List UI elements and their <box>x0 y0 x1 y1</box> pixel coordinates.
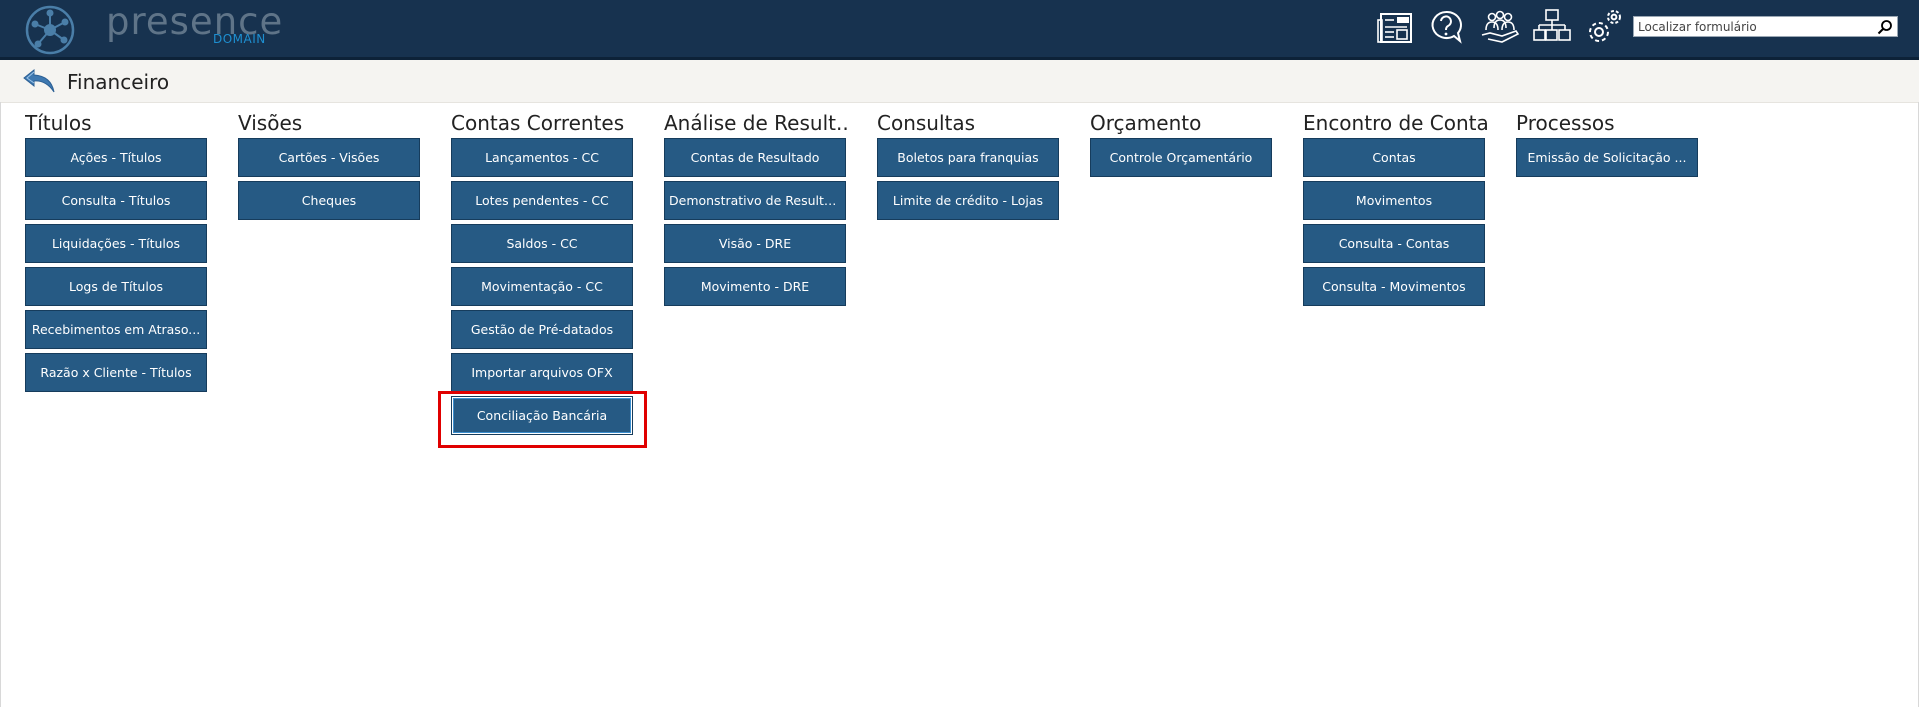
search-input[interactable] <box>1634 17 1874 36</box>
help-icon[interactable] <box>1428 8 1468 48</box>
menu-button[interactable]: Contas <box>1303 138 1485 177</box>
logo-network-icon <box>25 5 75 55</box>
menu-button[interactable]: Emissão de Solicitação ... <box>1516 138 1698 177</box>
menu-button[interactable]: Consulta - Movimentos <box>1303 267 1485 306</box>
menu-button[interactable]: Movimento - DRE <box>664 267 846 306</box>
menu-button[interactable]: Limite de crédito - Lojas <box>877 181 1059 220</box>
back-arrow-icon[interactable] <box>22 68 56 94</box>
column-encontro-de-contas: Encontro de Contas Contas Movimentos Con… <box>1303 110 1487 310</box>
menu-button[interactable]: Cartões - Visões <box>238 138 420 177</box>
users-icon[interactable] <box>1480 8 1520 48</box>
menu-button[interactable]: Lançamentos - CC <box>451 138 633 177</box>
settings-icon[interactable] <box>1584 8 1624 48</box>
menu-button[interactable]: Movimentação - CC <box>451 267 633 306</box>
menu-button[interactable]: Demonstrativo de Resultad... <box>664 181 846 220</box>
left-border <box>0 102 1 707</box>
column-titulos: Títulos Ações - Títulos Consulta - Títul… <box>25 110 209 396</box>
menu-button[interactable]: Consulta - Contas <box>1303 224 1485 263</box>
top-bar: presence DOMAIN <box>0 0 1919 60</box>
menu-button[interactable]: Contas de Resultado <box>664 138 846 177</box>
column-processos: Processos Emissão de Solicitação ... <box>1516 110 1700 181</box>
menu-button[interactable]: Logs de Títulos <box>25 267 207 306</box>
menu-button[interactable]: Movimentos <box>1303 181 1485 220</box>
menu-button[interactable]: Controle Orçamentário <box>1090 138 1272 177</box>
column-visoes: Visões Cartões - Visões Cheques <box>238 110 422 224</box>
column-consultas: Consultas Boletos para franquias Limite … <box>877 110 1061 224</box>
menu-button[interactable]: Consulta - Títulos <box>25 181 207 220</box>
column-orcamento: Orçamento Controle Orçamentário <box>1090 110 1274 181</box>
page-title: Financeiro <box>67 70 170 94</box>
menu-button[interactable]: Ações - Títulos <box>25 138 207 177</box>
column-analise-resultados: Análise de Result... Contas de Resultado… <box>664 110 848 310</box>
menu-button[interactable]: Importar arquivos OFX <box>451 353 633 392</box>
column-contas-correntes: Contas Correntes Lançamentos - CC Lotes … <box>451 110 635 439</box>
search-box <box>1633 16 1898 37</box>
menu-button[interactable]: Recebimentos em Atraso... <box>25 310 207 349</box>
menu-button[interactable]: Liquidações - Títulos <box>25 224 207 263</box>
column-title: Análise de Result... <box>664 111 848 135</box>
org-chart-icon[interactable] <box>1532 8 1572 48</box>
news-icon[interactable] <box>1377 8 1417 48</box>
search-icon[interactable] <box>1877 19 1893 35</box>
column-title: Encontro de Contas <box>1303 111 1487 135</box>
logo-subtitle: DOMAIN <box>213 32 266 46</box>
menu-button[interactable]: Razão x Cliente - Títulos <box>25 353 207 392</box>
menu-button[interactable]: Boletos para franquias <box>877 138 1059 177</box>
menu-button[interactable]: Lotes pendentes - CC <box>451 181 633 220</box>
column-title: Orçamento <box>1090 111 1202 135</box>
column-title: Processos <box>1516 111 1615 135</box>
column-title: Consultas <box>877 111 976 135</box>
column-title: Contas Correntes <box>451 111 625 135</box>
menu-button[interactable]: Cheques <box>238 181 420 220</box>
column-title: Títulos <box>25 111 92 135</box>
conciliacao-bancaria-button[interactable]: Conciliação Bancária <box>451 396 633 435</box>
breadcrumb-bar: Financeiro <box>0 60 1919 103</box>
menu-button[interactable]: Visão - DRE <box>664 224 846 263</box>
column-title: Visões <box>238 111 303 135</box>
menu-button[interactable]: Gestão de Pré-datados <box>451 310 633 349</box>
menu-button[interactable]: Saldos - CC <box>451 224 633 263</box>
